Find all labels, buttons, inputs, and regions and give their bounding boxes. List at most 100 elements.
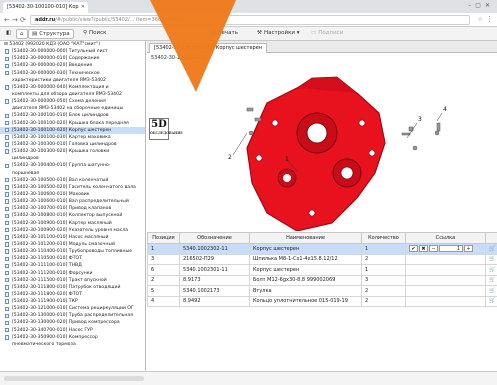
cart-icon[interactable]: 🛒 xyxy=(485,274,497,286)
tree-item[interactable]: [53402-30-121000-010] Система рециркуляц… xyxy=(0,305,145,312)
tree-item[interactable]: [53402-30-111200-010] Форсунки xyxy=(0,270,145,277)
tree-item-label: [53402-30-340700-010] Насос ГУР xyxy=(12,327,93,333)
tree-item-label: [53402-30-000000-000] Титульный лист xyxy=(12,49,108,55)
tree-root-item[interactable]: ⊟ 53402 (992020 КДЗ (ОАО "КАТ"смит") xyxy=(0,41,145,48)
link-quantity-input[interactable]: 1 xyxy=(439,245,463,253)
tree-item[interactable]: [53402-30-111800-010] Патрубок отводящий xyxy=(0,284,145,291)
cell-name: Втулка xyxy=(249,285,362,297)
print-button[interactable]: ⎙ Печать xyxy=(208,29,241,39)
tree-item-continuation[interactable]: двигателя ЯМЗ-53402 на сборочные единицы xyxy=(0,105,145,112)
tree-item[interactable]: [53402-30-100300-020] Крышка головки xyxy=(0,148,145,155)
tree-item[interactable]: [53402-30-130000-020] Привод компрессора xyxy=(0,319,145,326)
exploded-drawing[interactable]: 5D ОБСЛЕДОВАНИЕ 1 2 3 4 xyxy=(147,63,497,231)
col-header-name[interactable]: Наименование xyxy=(249,232,362,244)
document-icon xyxy=(5,127,9,133)
col-header-code[interactable]: Обозначение xyxy=(179,232,250,244)
tree-item[interactable]: [53402-30-100100-020] Крышка блока перед… xyxy=(0,120,145,127)
tree-item[interactable]: [53402-30-340700-010] Насос ГУР xyxy=(0,327,145,334)
tree-item-continuation[interactable]: характеристики двигателя ЯМЗ-53402 xyxy=(0,77,145,84)
tree-item[interactable]: [53402-30-110400-010] Трубопроводы топли… xyxy=(0,248,145,255)
tab-close-icon[interactable]: ✕ xyxy=(81,4,85,10)
url-field[interactable]: addr.ru/#/public/view?/public/53402/... … xyxy=(30,15,470,25)
cell-link xyxy=(405,285,486,297)
table-row[interactable]: 3 216502-П29 Шпилька М8-1-Сх1-4х15.8.12/12… xyxy=(147,253,497,265)
tree-item[interactable]: [53402-30-000000-030] Техническое xyxy=(0,70,145,77)
browser-tab[interactable]: [53402-30-100100-010] Кор ✕ xyxy=(3,2,88,13)
link-ok-button[interactable]: ✔ xyxy=(409,245,418,253)
document-icon xyxy=(5,335,9,340)
link-minus-button[interactable]: − xyxy=(429,245,438,253)
table-row[interactable]: 1 5340.1002302-11 Корпус шестерен 1 ✔ ✖ −1 + 🛒 xyxy=(147,243,497,255)
gear-housing-part[interactable] xyxy=(246,76,386,231)
cart-icon[interactable]: 🛒 xyxy=(485,295,497,307)
reload-icon[interactable]: ⟳ xyxy=(20,16,26,24)
tree-item[interactable]: [53402-30-000000-040] Комплектация и xyxy=(0,84,145,91)
tree-item[interactable]: [53402-30-111800-020] ФТОТ xyxy=(0,291,145,298)
table-row[interactable]: 6 5340.1002301-11 Корпус шестерен 1 🛒 xyxy=(147,264,497,276)
tree-item[interactable]: [53402-30-100600-010] Вал распределитель… xyxy=(0,198,145,205)
tree-item[interactable]: [53402-30-350900-010] Компрессор xyxy=(0,334,145,341)
tree-item-label: [53402-30-100600-010] Маховик xyxy=(12,191,90,197)
tree-item-continuation[interactable]: пневматического тормоза xyxy=(0,341,145,348)
search-button[interactable]: ⚲ Поиск xyxy=(80,29,109,39)
horizontal-scrollbar[interactable] xyxy=(4,376,144,381)
tree-item[interactable]: [53402-30-130000-010] Труба распределите… xyxy=(0,312,145,319)
tree-item-label: [53402-30-111800-020] ФТОТ xyxy=(12,291,82,297)
parts-table: Позиция Обозначение Наименование Количес… xyxy=(147,232,497,371)
table-row[interactable]: 2 8.9173 Болт М12-6gх30-8.8 999002069 3 🛒 xyxy=(147,274,497,286)
tree-item[interactable]: [53402-30-100400-010] Группа шатунно- xyxy=(0,162,145,169)
cart-icon[interactable]: 🛒 xyxy=(485,243,497,255)
tree-item[interactable]: [53402-30-100800-010] Коллектор выпускно… xyxy=(0,212,145,219)
tree-item[interactable]: [53402-30-110500-010] ФТОТ xyxy=(0,255,145,262)
captions-button[interactable]: ▭ Подписи xyxy=(308,29,346,39)
col-header-qty[interactable]: Количество xyxy=(361,232,406,244)
tree-item-continuation[interactable]: поршневая xyxy=(0,170,145,177)
tree-item[interactable]: [53402-30-100600-010] Маховик xyxy=(0,191,145,198)
tree-item[interactable]: [53402-30-000000-020] Введение xyxy=(0,62,145,69)
settings-button[interactable]: ⚒ Настройки ▾ xyxy=(254,29,303,39)
browser-menu-icon[interactable]: ⋮ xyxy=(486,15,493,23)
tree-item-label: [53402-30-110400-010] Трубопроводы топли… xyxy=(12,249,132,255)
tree-item[interactable]: [53402-30-100900-010] Картер масляный xyxy=(0,220,145,227)
tree-item[interactable]: [53402-30-000000-010] Содержание xyxy=(0,55,145,62)
tree-item[interactable]: [53402-30-100900-020] Указатель уровня м… xyxy=(0,227,145,234)
col-header-position[interactable]: Позиция xyxy=(147,232,180,244)
tree-item[interactable]: [53402-30-100100-010] Блок цилиндров xyxy=(0,112,145,119)
document-tab[interactable]: [53402-30-100100-020] Корпус шестерен xyxy=(149,43,268,53)
tree-item[interactable]: [53402-30-100300-010] Головка цилиндров xyxy=(0,141,145,148)
tree-item[interactable]: [53402-30-100700-010] Привод клапанов xyxy=(0,205,145,212)
tree-item[interactable]: [53402-30-100100-020] Корпус шестерен xyxy=(0,126,145,134)
tree-item[interactable]: [53402-30-000000-000] Титульный лист xyxy=(0,48,145,55)
window-controls[interactable]: –▢✕ xyxy=(468,2,494,9)
tree-item[interactable]: [53402-30-111500-010] Тракт впускной xyxy=(0,277,145,284)
tree-item[interactable]: [53402-30-100100-030] Картер маховика xyxy=(0,134,145,141)
tree-item-continuation[interactable]: цилиндров xyxy=(0,155,145,162)
col-header-link[interactable]: Ссылка xyxy=(405,232,486,244)
forward-icon[interactable]: → xyxy=(12,16,18,24)
link-cancel-button[interactable]: ✖ xyxy=(419,245,428,253)
cart-icon[interactable]: 🛒 xyxy=(485,264,497,276)
cell-code: 8.9173 xyxy=(179,274,250,286)
tree-item-continuation[interactable]: комплекты для обзора двигателя ЯМЗ-53402 xyxy=(0,91,145,98)
tree-item[interactable]: [53402-30-101100-010] Насос масляный xyxy=(0,234,145,241)
cart-icon[interactable]: 🛒 xyxy=(485,285,497,297)
tree-item[interactable]: [53402-30-100500-020] Гаситель коленчато… xyxy=(0,184,145,191)
tree-item[interactable]: [53402-30-000000-050] Схема деления xyxy=(0,98,145,105)
document-icon xyxy=(5,313,9,319)
structure-button[interactable]: ▤ Структура xyxy=(28,29,74,39)
back-icon[interactable]: ← xyxy=(4,16,10,24)
link-plus-button[interactable]: + xyxy=(464,245,473,253)
tree-item[interactable]: [53402-30-111900-010] ТКР xyxy=(0,298,145,305)
cell-qty: 1 xyxy=(361,243,406,255)
tree-expand-icon[interactable]: ◧ xyxy=(3,29,14,39)
tree-item[interactable]: [53402-30-111100-010] ТНВД xyxy=(0,262,145,269)
table-row[interactable]: 4 8.9492 Кольцо уплотнительное 015-019-19 2… xyxy=(147,295,497,307)
tree-item-label: [53402-30-100700-010] Привод клапанов xyxy=(12,206,112,212)
bookmark-star-icon[interactable]: ☆ xyxy=(478,16,483,23)
home-button[interactable]: ⌂ xyxy=(16,29,28,39)
tree-item[interactable]: [53402-30-100500-010] Вал коленчатый xyxy=(0,177,145,184)
tree-item[interactable]: [53402-30-101200-010] Модуль смазочный xyxy=(0,241,145,248)
table-row[interactable]: 5 5340.1002173 Втулка 2 🛒 xyxy=(147,285,497,297)
cart-icon[interactable]: 🛒 xyxy=(485,253,497,265)
tree-item-label: цилиндров xyxy=(12,156,39,162)
